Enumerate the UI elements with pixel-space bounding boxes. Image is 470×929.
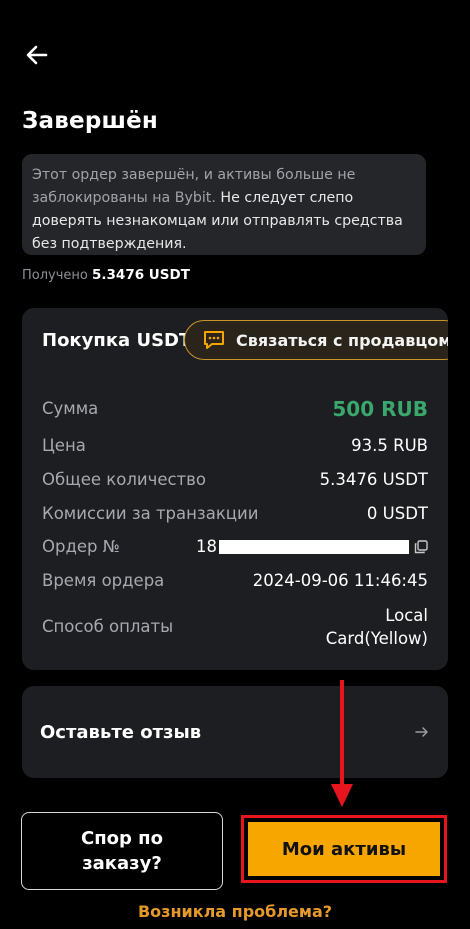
- received-summary: Получено 5.3476 USDT: [22, 267, 190, 283]
- contact-seller-label: Связаться с продавцом: [236, 330, 448, 350]
- quantity-label: Общее количество: [42, 470, 206, 489]
- status-notice: Этот ордер завершён, и активы больше не …: [22, 154, 426, 255]
- order-time-value: 2024-09-06 11:46:45: [252, 571, 428, 590]
- sum-value: 500 RUB: [332, 397, 428, 421]
- back-button[interactable]: [22, 40, 52, 70]
- received-amount: 5.3476 USDT: [92, 267, 190, 283]
- copy-icon[interactable]: [414, 540, 428, 554]
- price-value: 93.5 RUB: [351, 436, 428, 455]
- my-assets-button[interactable]: Мои активы: [248, 822, 440, 876]
- order-title: Покупка USDT: [42, 330, 192, 351]
- order-id-redaction: [219, 539, 409, 554]
- annotation-arrow: [331, 680, 353, 807]
- fee-label: Комиссии за транзакции: [42, 504, 259, 523]
- fee-value: 0 USDT: [366, 504, 428, 523]
- page-title: Завершён: [22, 108, 158, 134]
- price-label: Цена: [42, 436, 86, 455]
- sum-label: Сумма: [42, 399, 99, 418]
- dispute-label: Спор по заказу?: [81, 828, 163, 874]
- problem-link[interactable]: Возникла проблема?: [0, 902, 470, 921]
- chat-icon: [204, 331, 224, 349]
- leave-review-button[interactable]: Оставьте отзыв: [22, 686, 448, 778]
- dispute-button[interactable]: Спор по заказу?: [21, 812, 223, 890]
- my-assets-label: Мои активы: [281, 838, 407, 860]
- order-id-value: 18: [196, 537, 409, 556]
- payment-method-value: Local Card(Yellow): [325, 606, 428, 648]
- highlight-frame: Мои активы: [241, 815, 447, 883]
- order-id-prefix: 18: [196, 537, 217, 556]
- received-label: Получено: [22, 268, 88, 283]
- order-details-card: Покупка USDT Связаться с продавцом Сумма…: [22, 308, 448, 670]
- payment-method-label: Способ оплаты: [42, 617, 174, 636]
- arrow-right-icon: [415, 727, 428, 737]
- order-id-label: Ордер №: [42, 537, 120, 556]
- arrow-left-icon: [26, 45, 48, 65]
- contact-seller-button[interactable]: Связаться с продавцом: [184, 320, 448, 360]
- leave-review-label: Оставьте отзыв: [40, 722, 202, 743]
- order-time-label: Время ордера: [42, 571, 165, 590]
- quantity-value: 5.3476 USDT: [319, 470, 428, 489]
